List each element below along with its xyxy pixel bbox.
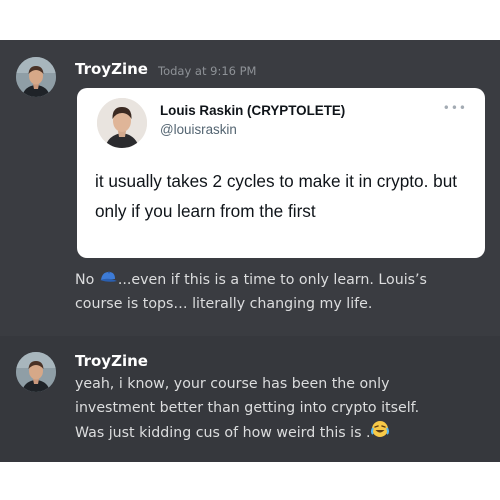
tweet-embed[interactable]: Louis Raskin (CRYPTOLETE) @louisraskin •…	[77, 88, 485, 258]
tweet-author-avatar[interactable]	[97, 98, 147, 148]
more-dots-icon[interactable]: •••	[443, 101, 467, 115]
message-text: No ...even if this is a time to only lea…	[75, 268, 495, 316]
user-avatar[interactable]	[16, 57, 56, 97]
message-username[interactable]: TroyZine	[75, 60, 148, 78]
user-avatar[interactable]	[16, 352, 56, 392]
message-line-2: investment better than getting into cryp…	[75, 400, 420, 416]
tweet-author-handle[interactable]: @louisraskin	[160, 122, 237, 137]
message-reply-prefix: No	[75, 272, 95, 288]
message-line-3: Was just kidding cus of how weird this i…	[75, 425, 371, 441]
message-line-2: course is tops… literally changing my li…	[75, 296, 373, 312]
blue-cap-emoji	[99, 268, 118, 292]
message-text: yeah, i know, your course has been the o…	[75, 372, 495, 446]
laughing-tears-emoji	[370, 420, 389, 446]
message-username[interactable]: TroyZine	[75, 352, 148, 370]
tweet-author-name[interactable]: Louis Raskin (CRYPTOLETE)	[160, 103, 345, 118]
message-line: No ...even if this is a time to only lea…	[75, 268, 495, 292]
message-timestamp: Today at 9:16 PM	[158, 64, 257, 78]
message-line-1: yeah, i know, your course has been the o…	[75, 376, 390, 392]
message-line-1: ...even if this is a time to only learn.…	[117, 272, 427, 288]
message-line: Was just kidding cus of how weird this i…	[75, 420, 495, 446]
tweet-text: it usually takes 2 cycles to make it in …	[95, 171, 458, 221]
